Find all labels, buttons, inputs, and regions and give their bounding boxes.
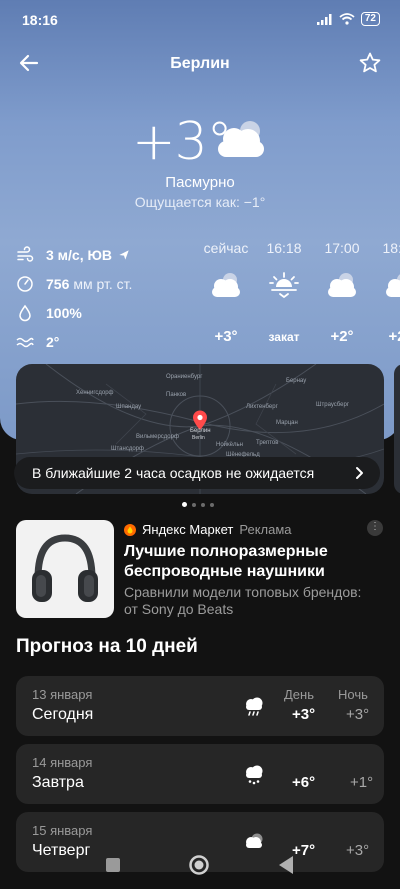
map-label: Панков (166, 392, 187, 398)
map-label: Трептов (256, 440, 279, 446)
map-pin-label-en: Berlin (192, 435, 205, 441)
water-temp-value: 2° (46, 333, 60, 350)
cloud-sun-icon (212, 273, 240, 297)
humidity-row: 100% (16, 298, 196, 327)
headphones-icon (32, 534, 98, 602)
forecast-day-temp: +6° (292, 774, 316, 791)
map-label: Шпандау (116, 404, 142, 410)
overcast-cloud-icon (218, 121, 264, 157)
pressure-gauge-icon (17, 275, 33, 292)
precipitation-banner-text: В ближайшие 2 часа осадков не ожидается (32, 465, 315, 481)
map-label: Штансдорф (111, 446, 144, 452)
ad-card[interactable]: Яндекс Маркет Реклама ⋮ Лучшие полноразм… (16, 520, 384, 620)
hourly-time: 17:00 (324, 240, 360, 256)
hourly-temp: +3° (214, 328, 238, 345)
market-flame-icon (124, 523, 136, 536)
back-button[interactable] (279, 856, 293, 874)
map-label: Хеннигсдорф (76, 390, 114, 396)
city-title: Берлин (170, 55, 230, 72)
hourly-item: 18:00 +2° (370, 240, 400, 345)
signal-icon (316, 13, 332, 25)
humidity-value: 100% (46, 304, 82, 321)
hourly-sunset-label: закат (268, 330, 300, 344)
carousel-dot-active (182, 502, 187, 507)
cloud-rain-icon (246, 697, 263, 716)
map-label: Штраусберг (316, 402, 350, 408)
feels-like-text: Ощущается как: −1° (134, 194, 266, 210)
hourly-time: сейчас (203, 240, 249, 256)
forecast-day-row[interactable]: 14 января Завтра +6° +1° (16, 744, 384, 804)
map-label: Марцан (276, 420, 298, 426)
hourly-item: сейчас +3° (196, 240, 256, 345)
forecast-night-temp: +1° (350, 774, 374, 791)
hourly-item: 17:00 +2° (312, 240, 372, 345)
hourly-item: 16:18 закат (254, 240, 314, 344)
humidity-drop-icon (19, 304, 31, 321)
wind-value: 3 м/с, ЮВ (46, 246, 113, 263)
carousel-dot (210, 502, 214, 507)
forecast-day-row[interactable]: 13 января Сегодня День Ночь +3° +3° (16, 676, 384, 736)
ad-source-name: Яндекс Маркет (142, 522, 234, 537)
top-bar: Берлин (0, 48, 400, 80)
ad-image-headphones (16, 520, 114, 618)
forecast-night-header: Ночь (338, 687, 368, 702)
favorite-star-icon[interactable] (358, 51, 382, 75)
map-pin-label: Берлин (190, 428, 211, 434)
ad-title: Лучшие полноразмерные беспроводные наушн… (124, 543, 328, 580)
next-card-peek[interactable] (394, 364, 400, 494)
map-label: Вильмерсдорф (136, 434, 179, 440)
battery-icon: 72 (360, 12, 380, 26)
chevron-right-icon (356, 467, 363, 479)
water-waves-icon (16, 337, 34, 347)
recents-button[interactable] (106, 858, 120, 872)
forecast-day-name: Сегодня (32, 706, 94, 723)
system-navigation-bar (0, 836, 400, 889)
wind-direction-icon (119, 249, 129, 260)
sunset-icon (269, 272, 299, 299)
home-button[interactable] (189, 855, 209, 875)
map-label: Лихтенберг (246, 404, 278, 410)
forecast-date: 14 января (32, 755, 93, 770)
hourly-time: 16:18 (266, 240, 302, 256)
map-label: Нойкёльн (216, 442, 243, 448)
weather-details: 3 м/с, ЮВ 756 мм рт. ст. 100% 2° (16, 240, 196, 356)
status-time: 18:16 (22, 12, 58, 28)
ad-tag: Реклама (239, 522, 292, 537)
hourly-temp: +2° (330, 328, 354, 345)
precipitation-banner[interactable]: В ближайшие 2 часа осадков не ожидается (14, 457, 380, 489)
pressure-unit: мм рт. ст. (73, 275, 133, 292)
cloud-sun-icon (328, 273, 356, 297)
wind-row: 3 м/с, ЮВ (16, 240, 196, 269)
status-bar: 18:16 72 (0, 0, 400, 40)
water-row: 2° (16, 327, 196, 356)
forecast-date: 13 января (32, 687, 93, 702)
forecast-day-name: Завтра (32, 774, 84, 791)
forecast-day-header: День (284, 687, 314, 702)
location-pin-icon (193, 410, 207, 430)
cloud-snow-icon (246, 765, 263, 785)
ad-source: Яндекс Маркет Реклама (124, 522, 292, 537)
more-options-icon[interactable]: ⋮ (367, 520, 383, 536)
forecast-title: Прогноз на 10 дней (16, 636, 198, 657)
carousel-dot (192, 502, 196, 507)
wifi-icon (339, 13, 355, 25)
carousel-dots (182, 502, 214, 507)
hourly-time: 18:00 (382, 240, 400, 256)
map-label: Бернау (286, 378, 307, 384)
hourly-forecast[interactable]: сейчас +3° 16:18 закат 17:00 +2° 18 + (196, 240, 400, 350)
wind-icon (17, 245, 34, 262)
forecast-day-temp: +3° (292, 706, 316, 723)
map-label: Ораниенбург (166, 374, 203, 380)
condition-text: Пасмурно (165, 174, 235, 191)
pressure-value: 756 (46, 275, 70, 292)
carousel-dot (201, 502, 205, 507)
ad-description: Сравнили модели топовых брендов: от Sony… (124, 584, 362, 617)
hourly-temp: +2° (388, 328, 400, 345)
status-icons: 72 (316, 12, 380, 26)
forecast-night-temp: +3° (346, 706, 370, 723)
pressure-row: 756 мм рт. ст. (16, 269, 196, 298)
cloud-sun-icon (386, 274, 400, 297)
